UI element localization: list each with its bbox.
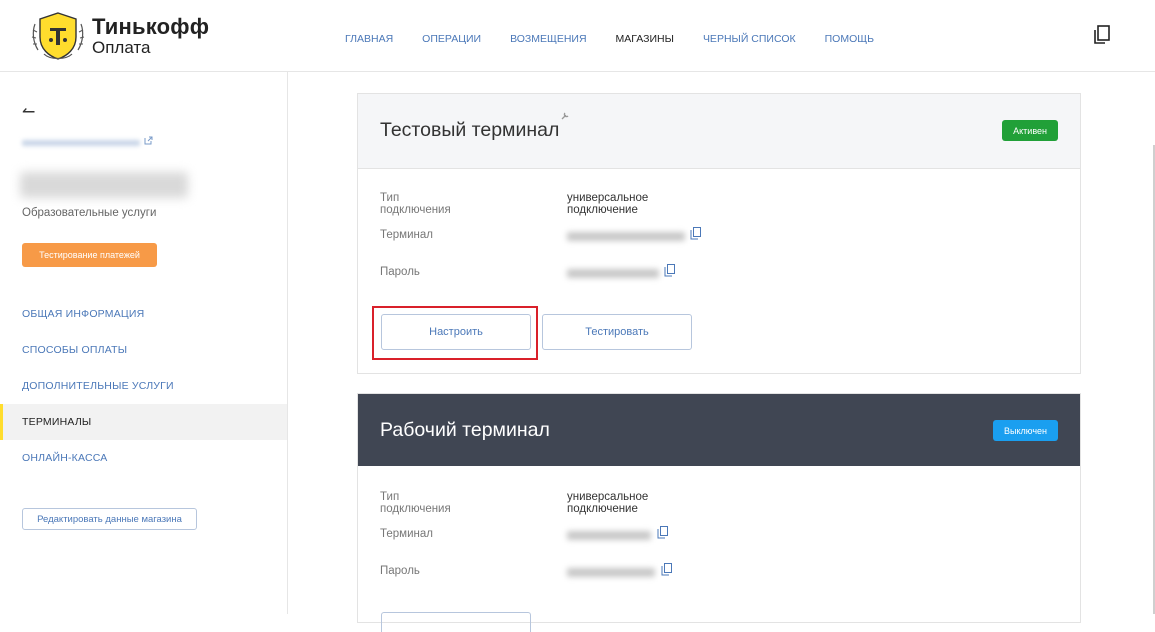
nav-refunds[interactable]: ВОЗМЕЩЕНИЯ xyxy=(510,33,586,45)
shop-category: Образовательные услуги xyxy=(22,207,157,219)
nav-operations[interactable]: ОПЕРАЦИИ xyxy=(422,33,481,45)
copy-icon[interactable] xyxy=(664,264,675,277)
sidebar-item-payment-methods[interactable]: СПОСОБЫ ОПЛАТЫ xyxy=(0,332,287,368)
shop-url-link[interactable] xyxy=(22,140,140,146)
connection-type-value: универсальное подключение xyxy=(567,192,649,216)
sidebar-item-extra-services[interactable]: ДОПОЛНИТЕЛЬНЫЕ УСЛУГИ xyxy=(0,368,287,404)
status-badge: Выключен xyxy=(993,420,1058,441)
terminal-title: Тестовый терминал xyxy=(380,119,560,141)
nav-shops[interactable]: МАГАЗИНЫ xyxy=(616,33,674,45)
edit-shop-button[interactable]: Редактировать данные магазина xyxy=(22,508,197,530)
password-label: Пароль xyxy=(380,266,420,278)
password-value xyxy=(567,568,655,577)
password-label: Пароль xyxy=(380,565,420,577)
sidebar-item-online-kassa[interactable]: ОНЛАЙН-КАССА xyxy=(0,440,287,476)
connection-type-value: универсальное подключение xyxy=(567,491,649,515)
copy-icon[interactable] xyxy=(1093,25,1111,45)
production-terminal-card: Рабочий терминал Выключен Тип подключени… xyxy=(357,393,1081,632)
card-header: Тестовый терминал Активен xyxy=(358,94,1080,169)
copy-icon[interactable] xyxy=(690,227,701,240)
connection-type-label: Тип подключения xyxy=(380,192,451,216)
test-terminal-card: Тестовый терминал Активен Тип подключени… xyxy=(357,93,1081,374)
shop-name xyxy=(20,172,188,198)
external-link-icon[interactable] xyxy=(144,136,153,145)
logo[interactable]: Тинькофф Оплата xyxy=(30,10,209,62)
main-nav: ГЛАВНАЯ ОПЕРАЦИИ ВОЗМЕЩЕНИЯ МАГАЗИНЫ ЧЕР… xyxy=(345,33,903,45)
test-payments-badge[interactable]: Тестирование платежей xyxy=(22,243,157,267)
password-value xyxy=(567,269,659,278)
copy-icon[interactable] xyxy=(657,526,668,539)
sidebar: ↼ Образовательные услуги Тестирование пл… xyxy=(0,72,288,614)
tinkoff-emblem-icon xyxy=(31,12,85,60)
back-arrow-icon[interactable]: ↼ xyxy=(22,102,35,122)
nav-home[interactable]: ГЛАВНАЯ xyxy=(345,33,393,45)
terminal-key-value xyxy=(567,531,651,540)
nav-blacklist[interactable]: ЧЕРНЫЙ СПИСОК xyxy=(703,33,796,45)
card-header: Рабочий терминал Выключен xyxy=(358,394,1080,466)
logo-brand: Тинькофф xyxy=(92,14,210,39)
sidebar-item-general[interactable]: ОБЩАЯ ИНФОРМАЦИЯ xyxy=(0,296,287,332)
terminal-label: Терминал xyxy=(380,528,433,540)
sidebar-item-terminals[interactable]: ТЕРМИНАЛЫ xyxy=(0,404,287,440)
nav-help[interactable]: ПОМОЩЬ xyxy=(825,33,874,45)
configure-button[interactable] xyxy=(381,612,531,632)
wrench-icon xyxy=(561,112,569,120)
configure-button[interactable]: Настроить xyxy=(381,314,531,350)
terminal-label: Терминал xyxy=(380,229,433,241)
top-header: Тинькофф Оплата ГЛАВНАЯ ОПЕРАЦИИ ВОЗМЕЩЕ… xyxy=(0,0,1155,72)
test-button[interactable]: Тестировать xyxy=(542,314,692,350)
status-badge: Активен xyxy=(1002,120,1058,141)
sidebar-menu: ОБЩАЯ ИНФОРМАЦИЯ СПОСОБЫ ОПЛАТЫ ДОПОЛНИТ… xyxy=(0,296,287,476)
terminal-title: Рабочий терминал xyxy=(380,419,550,441)
copy-icon[interactable] xyxy=(661,563,672,576)
terminal-key-value xyxy=(567,232,685,241)
connection-type-label: Тип подключения xyxy=(380,491,451,515)
logo-subbrand: Оплата xyxy=(92,38,151,57)
